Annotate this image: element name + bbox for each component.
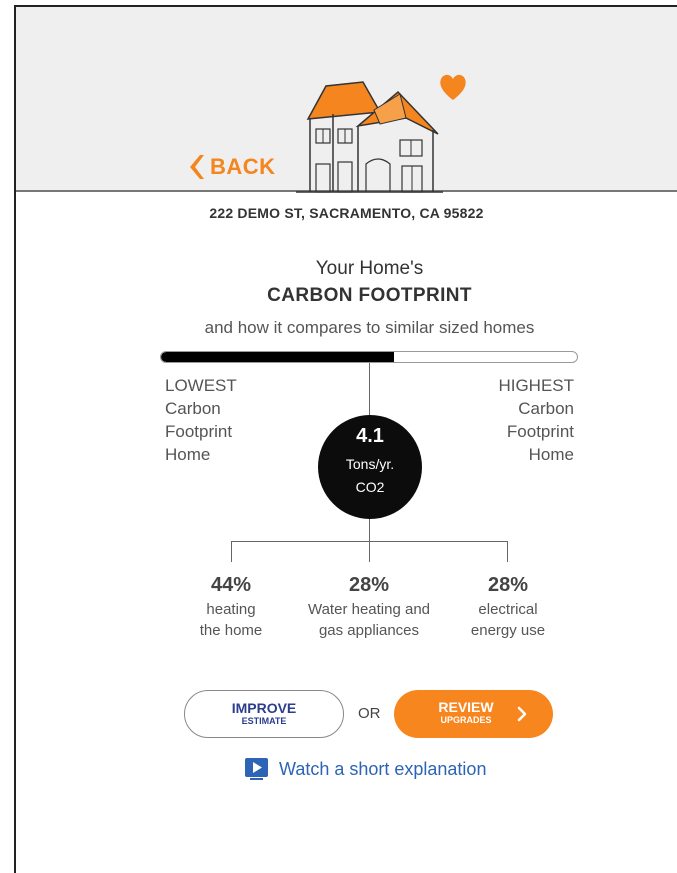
chevron-left-icon: [190, 155, 204, 179]
review-button-sublabel: UPGRADES: [440, 715, 492, 725]
breakdown-water-heating: 28% Water heating and gas appliances: [294, 574, 444, 641]
page-title-line2: CARBON FOOTPRINT: [267, 285, 472, 306]
branch-line: [231, 541, 508, 542]
breakdown-percent: 44%: [210, 574, 252, 596]
lowest-label-line: LOWEST: [165, 376, 237, 395]
video-play-icon: [245, 758, 268, 780]
breakdown-percent: 28%: [348, 574, 390, 596]
highest-label: HIGHEST Carbon Footprint Home: [470, 374, 574, 466]
improve-estimate-button[interactable]: IMPROVE ESTIMATE: [184, 690, 344, 738]
chevron-right-icon: [517, 706, 527, 722]
branch-left: [231, 541, 232, 562]
lowest-label-line: Carbon: [165, 399, 221, 418]
lowest-label-line: Home: [165, 445, 211, 464]
highest-label-line: Footprint: [506, 422, 574, 441]
breakdown-desc: the home: [199, 622, 263, 639]
breakdown-desc: energy use: [470, 622, 546, 639]
branch-right: [507, 541, 508, 562]
or-separator: OR: [358, 705, 381, 722]
footprint-value: 4.1: [356, 425, 384, 447]
breakdown-desc: electrical: [478, 601, 538, 618]
footprint-unit: Tons/yr.: [345, 456, 395, 472]
comparison-bar-fill: [161, 352, 394, 362]
breakdown-desc: heating: [206, 601, 256, 618]
breakdown-electrical: 28% electrical energy use: [433, 574, 583, 641]
highest-label-line: HIGHEST: [498, 376, 574, 395]
improve-button-label: IMPROVE: [231, 700, 297, 716]
breakdown-desc: Water heating and: [307, 601, 431, 618]
heart-icon: [440, 74, 466, 100]
improve-button-sublabel: ESTIMATE: [241, 716, 287, 726]
marker-line: [369, 363, 370, 415]
property-address: 222 DEMO ST, SACRAMENTO, CA 95822: [209, 205, 484, 221]
highest-label-line: Carbon: [518, 399, 574, 418]
lowest-label: LOWEST Carbon Footprint Home: [165, 374, 237, 466]
back-button[interactable]: BACK: [186, 153, 276, 181]
review-upgrades-button[interactable]: REVIEW UPGRADES: [394, 690, 553, 738]
breakdown-desc: gas appliances: [318, 622, 420, 639]
lowest-label-line: Footprint: [165, 422, 233, 441]
breakdown-heating: 44% heating the home: [156, 574, 306, 641]
back-label: BACK: [210, 154, 276, 179]
comparison-bar: [160, 351, 578, 363]
footprint-value-badge: 4.1 Tons/yr. CO2: [318, 415, 422, 519]
watch-explanation-link[interactable]: Watch a short explanation: [244, 757, 486, 781]
house-icon: [296, 81, 443, 193]
watch-explanation-label: Watch a short explanation: [279, 758, 487, 779]
breakdown-percent: 28%: [487, 574, 529, 596]
review-button-label: REVIEW: [438, 699, 494, 715]
page-subtitle: and how it compares to similar sized hom…: [204, 318, 535, 337]
footprint-gas: CO2: [355, 479, 385, 495]
page-title-line1: Your Home's: [315, 258, 424, 279]
highest-label-line: Home: [528, 445, 574, 464]
